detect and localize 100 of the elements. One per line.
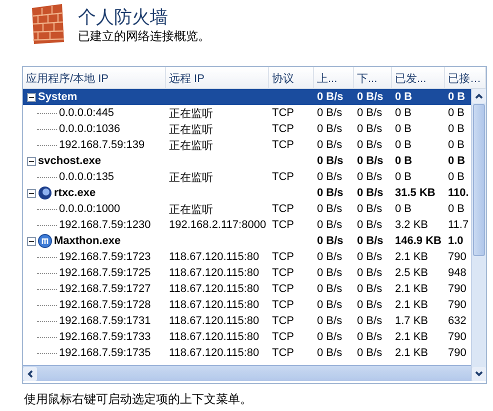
download-rate: 0 B/s <box>356 107 384 119</box>
collapse-icon[interactable] <box>27 92 36 102</box>
protocol: TCP <box>271 203 295 215</box>
protocol: TCP <box>271 251 295 263</box>
connection-row[interactable]: 0.0.0.0:445 正在监听 TCP 0 B/s 0 B/s 0 B 0 B <box>23 105 471 121</box>
window-title: 个人防火墙 <box>78 6 169 28</box>
connection-row[interactable]: 192.168.7.59:1230 192.168.2.117:8000 TCP 0 B/s 0 B/s 3.2 KB 11.7 <box>23 217 471 233</box>
protocol: TCP <box>271 267 295 279</box>
connection-row[interactable]: 0.0.0.0:135 正在监听 TCP 0 B/s 0 B/s 0 B 0 B <box>23 169 471 185</box>
received-amount: 110. <box>447 187 470 199</box>
sent-amount: 0 B <box>394 203 413 215</box>
connection-row[interactable]: 192.168.7.59:1735 118.67.120.115:80 TCP 0 B/s 0 B/s 2.1 KB 790 <box>23 345 471 361</box>
connection-row[interactable]: 192.168.7.59:1727 118.67.120.115:80 TCP 0 B/s 0 B/s 2.1 KB 790 <box>23 281 471 297</box>
scroll-thumb[interactable] <box>473 104 485 256</box>
connection-row[interactable]: 192.168.7.59:1733 118.67.120.115:80 TCP 0 B/s 0 B/s 2.1 KB 790 <box>23 329 471 345</box>
application-name: System <box>38 91 78 103</box>
scroll-left-icon[interactable] <box>23 366 37 380</box>
upload-rate: 0 B/s <box>316 267 344 279</box>
received-amount: 0 B <box>447 107 466 119</box>
local-ip: 0.0.0.0:445 <box>59 107 114 119</box>
received-amount: 0 B <box>447 155 466 167</box>
received-amount: 0 B <box>447 123 466 135</box>
application-row[interactable]: svchost.exe 0 B/s 0 B/s 0 B 0 B <box>23 153 471 169</box>
local-ip: 192.168.7.59:1727 <box>59 283 151 295</box>
collapse-icon[interactable] <box>27 188 36 198</box>
download-rate: 0 B/s <box>356 315 384 327</box>
connection-row[interactable]: 0.0.0.0:1000 正在监听 TCP 0 B/s 0 B/s 0 B 0 B <box>23 201 471 217</box>
download-rate: 0 B/s <box>356 171 384 183</box>
horizontal-scrollbar[interactable] <box>23 365 471 381</box>
remote-ip: 正在监听 <box>168 106 214 120</box>
upload-rate: 0 B/s <box>316 123 344 135</box>
sent-amount: 2.1 KB <box>394 299 430 311</box>
received-amount: 0 B <box>447 139 466 151</box>
sent-amount: 0 B <box>394 123 413 135</box>
download-rate: 0 B/s <box>356 91 384 103</box>
download-rate: 0 B/s <box>356 331 384 343</box>
application-row[interactable]: Maxthon.exe 0 B/s 0 B/s 146.9 KB 1.0 <box>23 233 471 249</box>
connection-row[interactable]: 192.168.7.59:1731 118.67.120.115:80 TCP 0 B/s 0 B/s 1.7 KB 632 <box>23 313 471 329</box>
connection-row[interactable]: 192.168.7.59:1723 118.67.120.115:80 TCP 0 B/s 0 B/s 2.1 KB 790 <box>23 249 471 265</box>
collapse-icon[interactable] <box>27 156 36 166</box>
download-rate: 0 B/s <box>356 123 384 135</box>
vertical-scrollbar[interactable] <box>471 89 486 381</box>
received-amount: 790 <box>447 283 468 295</box>
remote-ip: 118.67.120.115:80 <box>168 251 260 263</box>
remote-ip: 正在监听 <box>168 138 214 152</box>
download-rate: 0 B/s <box>356 139 384 151</box>
collapse-icon[interactable] <box>27 236 36 246</box>
application-row[interactable]: rtxc.exe 0 B/s 0 B/s 31.5 KB 110. <box>23 185 471 201</box>
upload-rate: 0 B/s <box>316 139 344 151</box>
sent-amount: 146.9 KB <box>394 235 442 247</box>
local-ip: 192.168.7.59:139 <box>59 139 145 151</box>
remote-ip: 118.67.120.115:80 <box>168 299 260 311</box>
upload-rate: 0 B/s <box>316 107 344 119</box>
sent-amount: 2.5 KB <box>394 267 430 279</box>
scroll-up-icon[interactable] <box>472 89 486 103</box>
local-ip: 192.168.7.59:1723 <box>59 251 151 263</box>
remote-ip: 192.168.2.117:8000 <box>168 219 268 231</box>
download-rate: 0 B/s <box>356 219 384 231</box>
protocol: TCP <box>271 283 295 295</box>
protocol: TCP <box>271 299 295 311</box>
received-amount: 790 <box>447 331 468 343</box>
browser-icon <box>38 234 52 248</box>
remote-ip: 118.67.120.115:80 <box>168 347 260 359</box>
received-amount: 790 <box>447 299 468 311</box>
local-ip: 192.168.7.59:1230 <box>59 219 151 231</box>
connection-row[interactable]: 192.168.7.59:1728 118.67.120.115:80 TCP 0 B/s 0 B/s 2.1 KB 790 <box>23 297 471 313</box>
upload-rate: 0 B/s <box>316 155 344 167</box>
remote-ip: 118.67.120.115:80 <box>168 283 260 295</box>
local-ip: 192.168.7.59:1735 <box>59 347 151 359</box>
scroll-down-icon[interactable] <box>472 367 486 381</box>
connection-row[interactable]: 192.168.7.59:139 正在监听 TCP 0 B/s 0 B/s 0 B 0 B <box>23 137 471 153</box>
remote-ip: 118.67.120.115:80 <box>168 267 260 279</box>
application-name: svchost.exe <box>38 155 101 167</box>
connection-row[interactable]: 192.168.7.59:1725 118.67.120.115:80 TCP 0 B/s 0 B/s 2.5 KB 948 <box>23 265 471 281</box>
upload-rate: 0 B/s <box>316 171 344 183</box>
upload-rate: 0 B/s <box>316 299 344 311</box>
download-rate: 0 B/s <box>356 299 384 311</box>
sent-amount: 1.7 KB <box>394 315 430 327</box>
sent-amount: 0 B <box>394 155 414 167</box>
local-ip: 192.168.7.59:1733 <box>59 331 151 343</box>
remote-ip: 118.67.120.115:80 <box>168 331 260 343</box>
application-name: rtxc.exe <box>54 187 96 199</box>
sent-amount: 2.1 KB <box>394 347 430 359</box>
upload-rate: 0 B/s <box>316 235 344 247</box>
received-amount: 0 B <box>447 203 466 215</box>
received-amount: 0 B <box>447 91 466 103</box>
upload-rate: 0 B/s <box>316 187 344 199</box>
sent-amount: 2.1 KB <box>394 283 430 295</box>
connection-row[interactable]: 0.0.0.0:1036 正在监听 TCP 0 B/s 0 B/s 0 B 0 B <box>23 121 471 137</box>
local-ip: 192.168.7.59:1731 <box>59 315 151 327</box>
download-rate: 0 B/s <box>356 251 384 263</box>
remote-ip: 正在监听 <box>168 122 214 136</box>
upload-rate: 0 B/s <box>316 251 344 263</box>
app-icon <box>38 186 52 200</box>
sent-amount: 0 B <box>394 107 413 119</box>
received-amount: 632 <box>447 315 468 327</box>
application-row[interactable]: System 0 B/s 0 B/s 0 B 0 B <box>23 89 471 105</box>
local-ip: 0.0.0.0:1000 <box>59 203 120 215</box>
protocol: TCP <box>271 171 295 183</box>
download-rate: 0 B/s <box>356 347 384 359</box>
